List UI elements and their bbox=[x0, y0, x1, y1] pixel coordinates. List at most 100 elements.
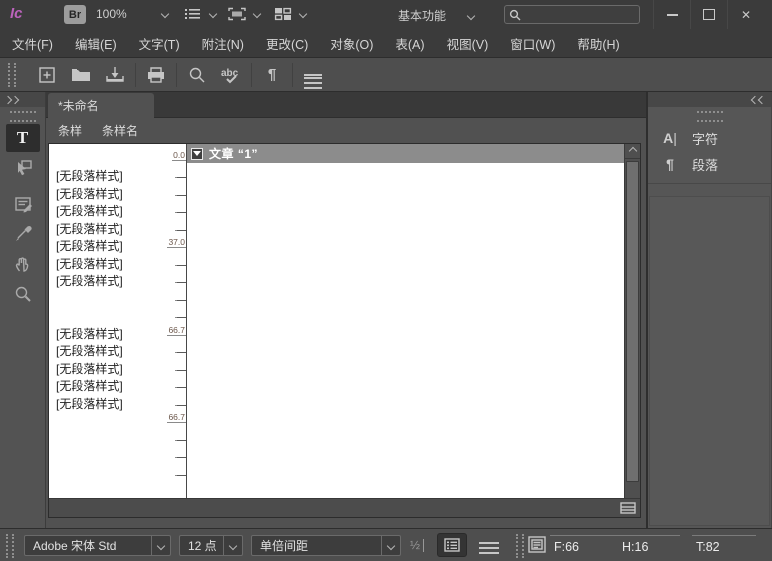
line-number-button[interactable]: ½ bbox=[410, 538, 424, 552]
search-input[interactable] bbox=[525, 8, 629, 22]
print-button[interactable] bbox=[139, 62, 173, 88]
copyfit-info-icon bbox=[528, 536, 546, 553]
collapse-dock-icon bbox=[758, 95, 766, 103]
right-dock: A| 字符 ¶ 段落 bbox=[648, 92, 772, 528]
character-panel-button[interactable]: A| 字符 bbox=[648, 125, 771, 151]
position-tool[interactable] bbox=[6, 154, 40, 182]
paragraph-style-name: [无段落样式] bbox=[49, 256, 123, 272]
expand-panel-icon bbox=[11, 95, 19, 103]
open-folder-icon bbox=[70, 65, 92, 85]
depth-ruler-value: 37.0 bbox=[167, 238, 186, 248]
style-row: [无段落样式] bbox=[49, 359, 186, 377]
search-box[interactable] bbox=[504, 5, 640, 24]
menu-item[interactable]: 文字(T) bbox=[139, 34, 180, 53]
chevron-up-icon bbox=[628, 147, 636, 155]
status-menu-button[interactable] bbox=[479, 539, 499, 547]
paragraph-panel-button[interactable]: ¶ 段落 bbox=[648, 151, 771, 177]
toolbar-separator bbox=[135, 63, 136, 87]
depth-ruler-tick bbox=[177, 177, 186, 178]
leading-select[interactable]: 单倍间距 bbox=[251, 535, 401, 556]
galley-frame: 0.0 [无段落样式] bbox=[48, 143, 641, 518]
depth-ruler-tick bbox=[177, 405, 186, 406]
menu-item[interactable]: 编辑(E) bbox=[75, 34, 117, 53]
statusbar-drag-handle[interactable] bbox=[516, 534, 524, 558]
menu-item[interactable]: 对象(O) bbox=[330, 34, 373, 53]
font-family-select[interactable]: Adobe 宋体 Std bbox=[24, 535, 171, 556]
galley-tab[interactable]: 条样 bbox=[58, 122, 82, 139]
open-button[interactable] bbox=[64, 62, 98, 88]
depth-ruler-value: 66.7 bbox=[167, 413, 186, 423]
depth-ruler-tick bbox=[177, 265, 186, 266]
menu-item[interactable]: 文件(F) bbox=[12, 34, 53, 53]
combo-arrow-button[interactable] bbox=[151, 536, 170, 555]
font-family-value: Adobe 宋体 Std bbox=[25, 537, 151, 554]
minimize-button[interactable] bbox=[653, 0, 690, 29]
menu-item[interactable]: 表(A) bbox=[395, 34, 424, 53]
info-column-toggle[interactable] bbox=[437, 533, 467, 557]
tools-panel-header[interactable] bbox=[0, 92, 45, 107]
search-icon bbox=[187, 65, 207, 85]
combo-arrow-button[interactable] bbox=[381, 536, 400, 555]
font-size-select[interactable]: 12 点 bbox=[179, 535, 243, 556]
new-document-button[interactable] bbox=[30, 62, 64, 88]
document-tab[interactable]: *未命名 bbox=[48, 93, 154, 118]
note-tool[interactable] bbox=[6, 190, 40, 218]
screen-mode-dropdown[interactable] bbox=[228, 5, 260, 23]
close-button[interactable]: ✕ bbox=[727, 0, 764, 29]
tools-drag-handle[interactable] bbox=[10, 111, 36, 122]
text-cursor-icon bbox=[423, 539, 424, 552]
toolbar-menu-icon bbox=[304, 74, 322, 76]
combo-arrow-button[interactable] bbox=[223, 536, 242, 555]
maximize-button[interactable] bbox=[690, 0, 727, 29]
style-row: 0.0 bbox=[49, 149, 186, 167]
horizontal-scrollbar-track[interactable] bbox=[49, 498, 640, 517]
search-button[interactable] bbox=[180, 62, 214, 88]
dock-header[interactable] bbox=[648, 92, 771, 107]
statusbar-drag-handle[interactable] bbox=[6, 534, 14, 558]
workspace-label: 基本功能 bbox=[398, 7, 446, 24]
workspace-dropdown[interactable]: 基本功能 bbox=[398, 7, 474, 24]
menu-item[interactable]: 更改(C) bbox=[266, 34, 308, 53]
eyedropper-tool[interactable] bbox=[6, 220, 40, 248]
menu-item[interactable]: 附注(N) bbox=[202, 34, 244, 53]
close-icon: ✕ bbox=[741, 9, 751, 21]
style-row: [无段落样式] bbox=[49, 377, 186, 395]
main-area: T bbox=[0, 92, 772, 528]
galley-tab[interactable]: 条样名 bbox=[102, 122, 138, 139]
toolbar-drag-handle[interactable] bbox=[8, 63, 16, 87]
spell-check-button[interactable]: abc bbox=[214, 62, 248, 88]
dock-empty-area bbox=[649, 196, 770, 526]
style-row bbox=[49, 289, 186, 307]
show-hidden-characters-button[interactable]: ¶ bbox=[255, 62, 289, 88]
menu-item[interactable]: 帮助(H) bbox=[577, 34, 619, 53]
style-row: [无段落样式] 66.7 bbox=[49, 324, 186, 342]
note-tool-icon bbox=[13, 194, 33, 214]
scroll-up-button[interactable] bbox=[625, 144, 640, 159]
zoom-level-dropdown[interactable]: 100% bbox=[96, 7, 168, 21]
arrange-documents-icon bbox=[274, 7, 292, 21]
scrollbar-thumb[interactable] bbox=[626, 161, 639, 482]
bridge-button[interactable]: Br bbox=[64, 5, 86, 24]
story-text-area[interactable] bbox=[187, 163, 624, 498]
collapse-story-button[interactable] bbox=[191, 148, 203, 160]
vertical-scrollbar[interactable] bbox=[624, 144, 640, 498]
split-window-button[interactable] bbox=[618, 501, 638, 515]
line-number-icon: ½ bbox=[410, 538, 420, 552]
paragraph-style-name: [无段落样式] bbox=[49, 361, 123, 377]
menu-item[interactable]: 窗口(W) bbox=[510, 34, 555, 53]
save-button[interactable] bbox=[98, 62, 132, 88]
chevron-down-icon bbox=[209, 10, 217, 18]
zoom-tool[interactable] bbox=[6, 280, 40, 308]
hand-tool[interactable] bbox=[6, 250, 40, 278]
view-options-dropdown[interactable] bbox=[184, 5, 216, 23]
type-tool[interactable]: T bbox=[6, 124, 40, 152]
toolbar-menu-button[interactable] bbox=[296, 62, 330, 88]
menu-item[interactable]: 视图(V) bbox=[447, 34, 489, 53]
type-tool-icon: T bbox=[17, 128, 28, 148]
dock-drag-handle[interactable] bbox=[697, 111, 723, 122]
leading-value: 单倍间距 bbox=[252, 537, 381, 554]
style-row: [无段落样式] bbox=[49, 184, 186, 202]
copyfit-info-button[interactable] bbox=[528, 536, 546, 556]
galley-window: 条样 条样名 0.0 bbox=[46, 118, 646, 528]
arrange-documents-dropdown[interactable] bbox=[274, 5, 306, 23]
